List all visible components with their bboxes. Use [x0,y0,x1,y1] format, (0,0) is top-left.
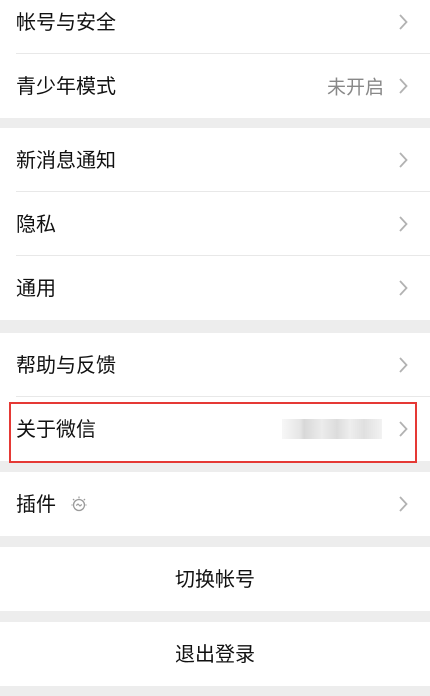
settings-group-account: 帐号与安全 青少年模式 未开启 [0,0,430,118]
youth-mode-label: 青少年模式 [16,74,116,98]
help-feedback-label: 帮助与反馈 [16,353,116,377]
help-feedback-row[interactable]: 帮助与反馈 [0,333,430,397]
privacy-row[interactable]: 隐私 [0,192,430,256]
chevron-right-icon [399,14,408,30]
account-security-label: 帐号与安全 [16,10,116,34]
chevron-right-icon [399,78,408,94]
switch-account-label: 切换帐号 [175,567,255,591]
plugin-bulb-icon [71,496,87,512]
new-message-notice-row[interactable]: 新消息通知 [0,128,430,192]
switch-account-button[interactable]: 切换帐号 [0,547,430,611]
settings-group-general: 新消息通知 隐私 通用 [0,128,430,320]
new-message-notice-label: 新消息通知 [16,148,116,172]
youth-mode-status: 未开启 [326,76,384,99]
youth-mode-row[interactable]: 青少年模式 未开启 [0,54,430,118]
log-out-button[interactable]: 退出登录 [0,622,430,686]
about-wechat-row[interactable]: 关于微信 [0,397,430,461]
chevron-right-icon [399,216,408,232]
chevron-right-icon [399,496,408,512]
general-row[interactable]: 通用 [0,256,430,320]
settings-group-help: 帮助与反馈 关于微信 [0,333,430,461]
log-out-group: 退出登录 [0,622,430,686]
chevron-right-icon [399,152,408,168]
settings-group-plugins: 插件 [0,472,430,536]
plugins-label: 插件 [16,492,56,516]
account-security-row[interactable]: 帐号与安全 [0,0,430,54]
privacy-label: 隐私 [16,212,56,236]
switch-account-group: 切换帐号 [0,547,430,611]
chevron-right-icon [399,421,408,437]
about-wechat-label: 关于微信 [16,417,96,441]
general-label: 通用 [16,276,56,300]
version-redacted [282,419,382,439]
chevron-right-icon [399,280,408,296]
plugins-row[interactable]: 插件 [0,472,430,536]
chevron-right-icon [399,357,408,373]
log-out-label: 退出登录 [175,642,255,666]
